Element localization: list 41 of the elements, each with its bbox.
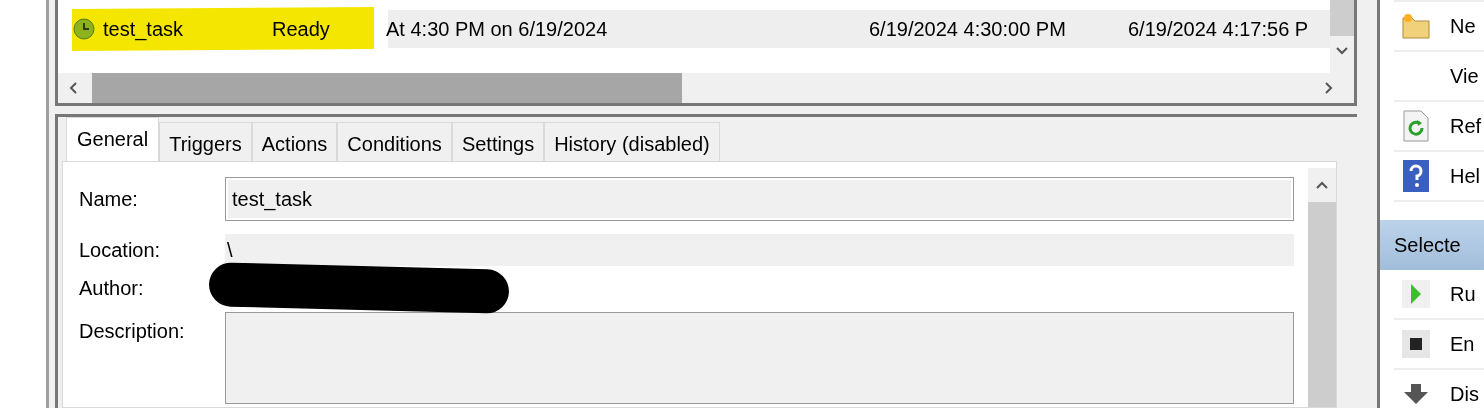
vertical-scrollbar[interactable] xyxy=(1330,0,1354,73)
pane-splitter[interactable] xyxy=(1357,0,1380,408)
description-field[interactable] xyxy=(225,312,1294,404)
field-label: Name: xyxy=(79,187,139,211)
stop-icon xyxy=(1402,330,1430,358)
table-cell: 6/19/2024 4:17:56 P xyxy=(1128,17,1309,41)
table-cell-text: test_task xyxy=(103,17,185,41)
refresh-icon xyxy=(1403,110,1429,142)
action-item[interactable]: Hel xyxy=(1394,152,1484,202)
play-icon xyxy=(1402,280,1430,308)
location-value: \ xyxy=(225,234,1294,266)
chevron-left-icon[interactable] xyxy=(68,81,78,95)
tab[interactable]: History (disabled) xyxy=(544,122,720,161)
vertical-scrollbar[interactable] xyxy=(1308,168,1336,407)
horizontal-scrollbar[interactable] xyxy=(58,73,1354,103)
tab[interactable]: Settings xyxy=(451,122,545,161)
field-label: Location: xyxy=(79,238,162,262)
field-label: Author: xyxy=(79,276,145,300)
chevron-up-icon[interactable] xyxy=(1315,180,1329,190)
folder-icon xyxy=(1402,13,1430,39)
table-cell-text: 6/19/2024 4:30:00 PM xyxy=(869,17,1067,41)
tab[interactable]: General xyxy=(66,117,160,161)
tab[interactable]: Actions xyxy=(251,122,338,161)
table-cell-text: Ready xyxy=(272,17,331,41)
tab[interactable]: Conditions xyxy=(337,122,452,161)
table-cell-text: At 4:30 PM on 6/19/2024 xyxy=(386,17,609,41)
action-item[interactable]: Ru xyxy=(1394,270,1484,320)
section-header: Selecte xyxy=(1380,220,1484,270)
tab[interactable]: Triggers xyxy=(159,122,252,161)
action-item[interactable]: Dis xyxy=(1394,370,1484,408)
action-item[interactable]: Vie xyxy=(1394,52,1484,102)
action-item[interactable]: En xyxy=(1394,320,1484,370)
clock-icon xyxy=(73,18,95,40)
down-arrow-icon xyxy=(1402,384,1430,404)
chevron-right-icon[interactable] xyxy=(1324,81,1334,95)
action-item[interactable]: Ref xyxy=(1394,102,1484,152)
chevron-down-icon[interactable] xyxy=(1335,46,1349,56)
help-icon xyxy=(1403,160,1429,192)
name-field[interactable]: test_task xyxy=(225,177,1294,221)
field-label: Description: xyxy=(79,320,186,343)
action-item[interactable]: Ne xyxy=(1394,2,1484,52)
